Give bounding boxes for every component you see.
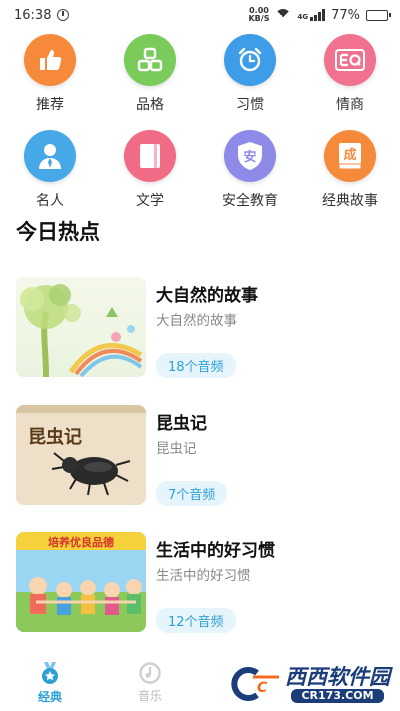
- watermark: C 西西软件园 CR173.COM: [227, 665, 390, 703]
- status-bar: 16:38 0.00 KB/S 4G 77%: [0, 0, 400, 30]
- story-subtitle: 大自然的故事: [156, 313, 237, 329]
- classic-glyph: 成: [343, 147, 356, 163]
- watermark-brand: 西西软件园: [285, 665, 390, 689]
- category-grid: 推荐 品格 习惯 情商 名人 文学 安 安全教育 成 经典故事: [0, 34, 400, 218]
- story-cover-image: [16, 277, 146, 377]
- category-label: 安全教育: [222, 193, 278, 209]
- shield-glyph: 安: [243, 149, 256, 165]
- story-cover-image: 昆虫记: [16, 405, 146, 505]
- audio-count-badge: 18个音频: [156, 353, 236, 378]
- svg-text:C: C: [257, 680, 268, 696]
- category-label: 情商: [336, 97, 364, 113]
- blocks-icon: [124, 34, 176, 86]
- net-speed-unit: KB/S: [248, 14, 270, 23]
- category-label: 名人: [36, 193, 64, 209]
- thumbs-up-icon: [24, 34, 76, 86]
- battery-percent: 77%: [331, 7, 360, 23]
- person-icon: [24, 130, 76, 182]
- status-right: 0.00 KB/S 4G 77%: [248, 7, 391, 23]
- music-disc-icon: [139, 662, 161, 684]
- story-title: 生活中的好习惯: [156, 541, 275, 561]
- category-eq[interactable]: 情商: [300, 34, 400, 122]
- story-card[interactable]: 昆虫记 昆虫记 昆虫记 7个音频: [16, 405, 386, 506]
- battery-icon: [366, 9, 391, 21]
- network-type: 4G: [297, 13, 309, 21]
- medal-icon: [42, 662, 58, 684]
- audio-count-badge: 12个音频: [156, 608, 236, 633]
- clock-time: 16:38: [14, 7, 52, 23]
- category-habits[interactable]: 习惯: [200, 34, 300, 122]
- nav-tab-music[interactable]: 音乐: [100, 662, 200, 704]
- story-subtitle: 生活中的好习惯: [156, 568, 251, 584]
- category-safety[interactable]: 安 安全教育: [200, 130, 300, 218]
- net-speed: 0.00 KB/S: [248, 7, 269, 23]
- eq-icon: [324, 34, 376, 86]
- story-cover-image: 培养优良品德: [16, 532, 146, 632]
- cover-title-text: 培养优良品德: [48, 535, 114, 549]
- watermark-domain: CR173.COM: [291, 689, 384, 703]
- signal-icon: [310, 9, 326, 21]
- story-card-body: 生活中的好习惯 生活中的好习惯 12个音频: [156, 532, 275, 633]
- wifi-icon: [275, 9, 292, 21]
- story-card-body: 昆虫记 昆虫记 7个音频: [156, 405, 228, 506]
- story-title: 大自然的故事: [156, 286, 258, 306]
- nav-label: 音乐: [137, 689, 162, 703]
- category-classic-stories[interactable]: 成 经典故事: [300, 130, 400, 218]
- alarm-icon: [57, 9, 70, 21]
- story-card-body: 大自然的故事 大自然的故事 18个音频: [156, 277, 258, 378]
- story-subtitle: 昆虫记: [156, 441, 197, 457]
- category-recommend[interactable]: 推荐: [0, 34, 100, 122]
- nav-tab-classics[interactable]: 经典: [0, 661, 100, 705]
- story-card[interactable]: 大自然的故事 大自然的故事 18个音频: [16, 277, 386, 378]
- category-label: 品格: [136, 97, 164, 113]
- nav-label: 经典: [37, 690, 62, 704]
- shield-icon: 安: [224, 130, 276, 182]
- story-card[interactable]: 培养优良品德 生活中的好习惯 生活中的好习惯 12个音频: [16, 532, 386, 633]
- category-label: 习惯: [236, 97, 264, 113]
- book-icon: [124, 130, 176, 182]
- audio-count-badge: 7个音频: [156, 481, 228, 506]
- category-literature[interactable]: 文学: [100, 130, 200, 218]
- category-character[interactable]: 品格: [100, 34, 200, 122]
- watermark-logo-icon: C: [231, 667, 279, 701]
- story-title: 昆虫记: [156, 414, 207, 434]
- category-label: 经典故事: [322, 193, 378, 209]
- category-label: 文学: [136, 193, 164, 209]
- alarm-clock-icon: [224, 34, 276, 86]
- classic-book-icon: 成: [324, 130, 376, 182]
- status-left: 16:38: [14, 7, 70, 23]
- cover-title-text: 昆虫记: [28, 426, 82, 448]
- category-celebrities[interactable]: 名人: [0, 130, 100, 218]
- section-title: 今日热点: [16, 220, 100, 244]
- category-label: 推荐: [36, 97, 64, 113]
